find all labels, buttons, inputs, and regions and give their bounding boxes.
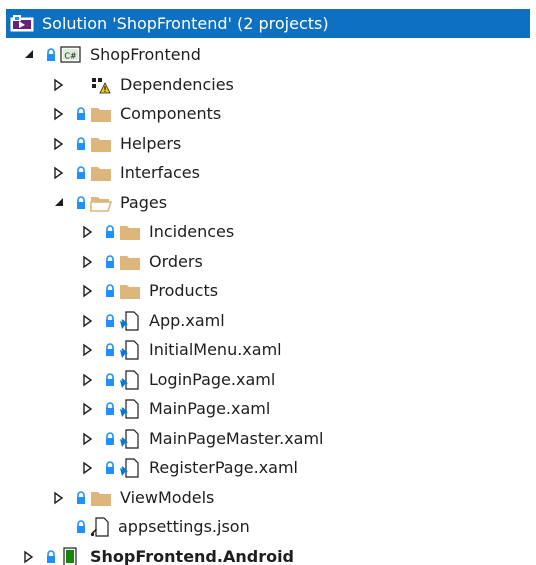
tree-item-initialmenu-xaml[interactable]: InitialMenu.xaml [81, 335, 282, 364]
collapsed-arrow-icon[interactable] [52, 166, 66, 180]
tree-item-label: ViewModels [120, 488, 215, 507]
lock-icon [105, 313, 115, 328]
lock-icon [76, 490, 86, 505]
open-folder-icon [90, 193, 112, 213]
expanded-arrow-icon[interactable] [22, 48, 36, 62]
xaml-file-icon [119, 428, 141, 449]
tree-item-label: MainPageMaster.xaml [149, 429, 324, 448]
tree-item-label: LoginPage.xaml [149, 370, 276, 389]
tree-item-label: Orders [149, 252, 203, 271]
collapsed-arrow-icon[interactable] [52, 107, 66, 121]
tree-item-products[interactable]: Products [81, 276, 218, 305]
tree-item-label: RegisterPage.xaml [149, 458, 298, 477]
tree-item-interfaces[interactable]: Interfaces [52, 158, 200, 187]
lock-icon [105, 224, 115, 239]
collapsed-arrow-icon[interactable] [52, 78, 66, 92]
lock-icon [105, 342, 115, 357]
tree-item-label: Interfaces [120, 163, 200, 182]
tree-item-label: Dependencies [120, 75, 234, 94]
lock-icon [105, 283, 115, 298]
tree-item-dependencies[interactable]: Dependencies [52, 70, 234, 99]
collapsed-arrow-icon[interactable] [52, 491, 66, 505]
tree-item-helpers[interactable]: Helpers [52, 129, 181, 158]
tree-item-label: Components [120, 104, 222, 123]
collapsed-arrow-icon[interactable] [81, 284, 95, 298]
solution-icon [10, 14, 36, 34]
lock-icon [105, 460, 115, 475]
xaml-file-icon [119, 369, 141, 390]
lock-icon [76, 519, 86, 534]
lock-icon [46, 47, 56, 62]
tree-item-label: appsettings.json [118, 517, 250, 536]
tree-item-label: Products [149, 281, 219, 300]
folder-icon [90, 104, 112, 124]
xaml-file-icon [119, 457, 141, 478]
collapsed-arrow-icon[interactable] [81, 402, 95, 416]
project-label: ShopFrontend [90, 45, 201, 64]
tree-item-mainpagemaster-xaml[interactable]: MainPageMaster.xaml [81, 424, 324, 453]
lock-icon [76, 136, 86, 151]
project-node-shopfrontend-android[interactable]: ShopFrontend.Android [22, 542, 294, 565]
folder-icon [90, 134, 112, 154]
android-project-label: ShopFrontend.Android [90, 547, 295, 565]
collapsed-arrow-icon[interactable] [81, 314, 95, 328]
folder-icon [119, 222, 141, 242]
tree-item-label: App.xaml [149, 311, 225, 330]
lock-icon [76, 195, 86, 210]
lock-icon [105, 254, 115, 269]
csharp-project-icon: C# [60, 45, 82, 65]
tree-item-app-xaml[interactable]: App.xaml [81, 306, 225, 335]
tree-item-registerpage-xaml[interactable]: RegisterPage.xaml [81, 453, 298, 482]
collapsed-arrow-icon[interactable] [81, 255, 95, 269]
collapsed-arrow-icon[interactable] [52, 137, 66, 151]
collapsed-arrow-icon[interactable] [81, 225, 95, 239]
tree-item-incidences[interactable]: Incidences [81, 217, 234, 246]
tree-item-components[interactable]: Components [52, 99, 221, 128]
folder-icon [90, 163, 112, 183]
folder-icon [90, 488, 112, 508]
lock-icon [76, 165, 86, 180]
lock-icon [105, 401, 115, 416]
tree-item-label: Pages [120, 193, 168, 212]
tree-item-loginpage-xaml[interactable]: LoginPage.xaml [81, 365, 275, 394]
collapsed-arrow-icon[interactable] [22, 550, 36, 564]
tree-item-label: Incidences [149, 222, 235, 241]
lock-icon [46, 549, 56, 564]
collapsed-arrow-icon[interactable] [81, 432, 95, 446]
tree-item-label: InitialMenu.xaml [149, 340, 282, 359]
dependencies-warning-icon [90, 75, 112, 95]
solution-explorer-tree: Solution 'ShopFrontend' (2 projects) C# … [0, 0, 536, 565]
svg-text:C#: C# [64, 51, 77, 60]
expanded-arrow-icon[interactable] [52, 196, 66, 210]
tree-item-label: MainPage.xaml [149, 399, 271, 418]
tree-item-orders[interactable]: Orders [81, 247, 203, 276]
collapsed-arrow-icon[interactable] [81, 343, 95, 357]
solution-node[interactable]: Solution 'ShopFrontend' (2 projects) [6, 9, 530, 38]
project-node-shopfrontend[interactable]: C# ShopFrontend [22, 40, 201, 69]
android-project-icon [60, 546, 82, 565]
tree-item-label: Helpers [120, 134, 182, 153]
collapsed-arrow-icon[interactable] [81, 373, 95, 387]
lock-icon [105, 431, 115, 446]
collapsed-arrow-icon[interactable] [81, 461, 95, 475]
folder-icon [119, 281, 141, 301]
tree-item-pages[interactable]: Pages [52, 188, 167, 217]
tree-item-mainpage-xaml[interactable]: MainPage.xaml [81, 394, 270, 423]
xaml-file-icon [119, 398, 141, 419]
solution-label: Solution 'ShopFrontend' (2 projects) [42, 14, 329, 33]
folder-icon [119, 252, 141, 272]
lock-icon [105, 372, 115, 387]
json-file-icon [90, 516, 112, 537]
xaml-file-icon [119, 339, 141, 360]
tree-item-appsettings-json[interactable]: appsettings.json [76, 512, 250, 541]
xaml-file-icon [119, 310, 141, 331]
lock-icon [76, 106, 86, 121]
tree-item-viewmodels[interactable]: ViewModels [52, 483, 214, 512]
